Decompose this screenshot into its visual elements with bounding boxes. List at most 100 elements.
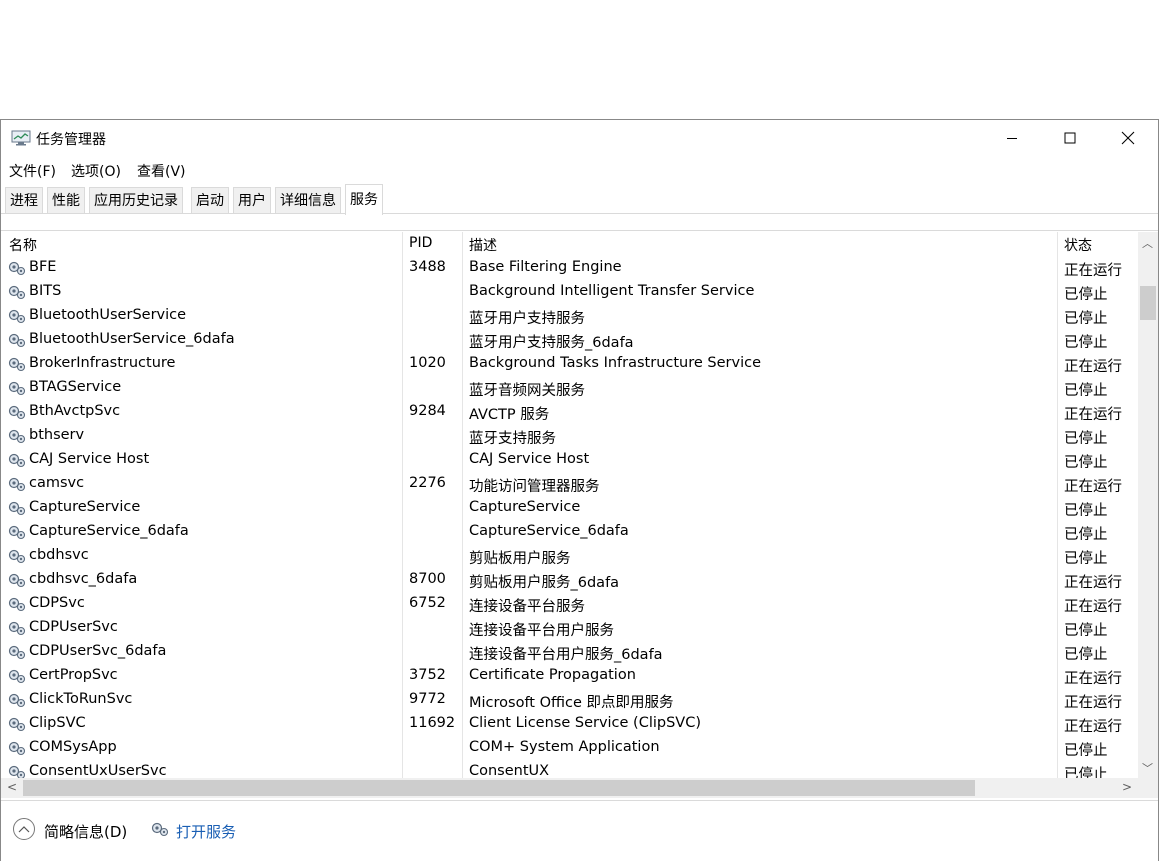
service-name: camsvc: [29, 475, 85, 491]
service-name: BluetoothUserService_6dafa: [29, 331, 235, 347]
service-name: BITS: [29, 283, 62, 299]
footer-bar: 简略信息(D) 打开服务: [1, 800, 1158, 861]
column-header-pid[interactable]: PID: [409, 235, 432, 251]
menu-file[interactable]: 文件(F): [9, 161, 56, 181]
service-description: 功能访问管理器服务: [469, 479, 600, 495]
service-name: ClickToRunSvc: [29, 691, 133, 707]
service-name: COMSysApp: [29, 739, 117, 755]
service-name: CaptureService_6dafa: [29, 523, 189, 539]
service-description: AVCTP 服务: [469, 407, 550, 423]
scroll-right-icon[interactable]: >: [1122, 780, 1132, 794]
table-row[interactable]: CDPUserSvc 连接设备平台用户服务 已停止: [1, 616, 1138, 640]
service-status: 已停止: [1064, 767, 1108, 778]
window-title: 任务管理器: [36, 132, 106, 148]
task-manager-window: 任务管理器 文件(F) 选项(O) 查看(V) 进程 性能 应用历史记录 启动 …: [0, 119, 1159, 861]
tab-users[interactable]: 用户: [233, 187, 271, 213]
service-gear-icon: [7, 644, 27, 660]
services-table: ^ 名称 PID 描述 状态 BFE 3488 Base Filtering Eng…: [1, 232, 1138, 778]
service-gear-icon: [7, 284, 27, 300]
horizontal-scrollbar[interactable]: < >: [1, 778, 1158, 798]
service-pid: 11692: [409, 715, 456, 731]
table-row[interactable]: ConsentUxUserSvc ConsentUX 已停止: [1, 760, 1138, 778]
title-bar[interactable]: 任务管理器: [1, 120, 1158, 156]
service-status: 已停止: [1064, 623, 1108, 639]
minimize-button[interactable]: [983, 120, 1041, 156]
scroll-down-icon[interactable]: ﹀: [1142, 760, 1153, 776]
service-status: 已停止: [1064, 335, 1108, 351]
tab-processes[interactable]: 进程: [5, 187, 43, 213]
service-gear-icon: [7, 500, 27, 516]
service-gear-icon: [7, 332, 27, 348]
service-status: 正在运行: [1064, 671, 1122, 687]
table-row[interactable]: BrokerInfrastructure 1020 Background Tasks…: [1, 352, 1138, 376]
table-row[interactable]: CaptureService_6dafa CaptureService_6dafa…: [1, 520, 1138, 544]
tab-bar: 进程 性能 应用历史记录 启动 用户 详细信息 服务: [1, 184, 1158, 215]
service-status: 已停止: [1064, 383, 1108, 399]
fewer-details-button[interactable]: 简略信息(D): [44, 821, 127, 842]
service-status: 已停止: [1064, 527, 1108, 543]
table-row[interactable]: BluetoothUserService 蓝牙用户支持服务 已停止: [1, 304, 1138, 328]
service-gear-icon: [7, 764, 27, 778]
open-services-link[interactable]: 打开服务: [176, 821, 236, 842]
service-gear-icon: [7, 692, 27, 708]
table-row[interactable]: ClickToRunSvc 9772 Microsoft Office 即点即用服务…: [1, 688, 1138, 712]
vertical-scrollbar[interactable]: ︿ ﹀: [1138, 232, 1158, 778]
service-description: ConsentUX: [469, 763, 550, 778]
table-row[interactable]: BFE 3488 Base Filtering Engine 正在运行: [1, 256, 1138, 280]
service-name: cbdhsvc: [29, 547, 89, 563]
service-gear-icon: [7, 452, 27, 468]
service-name: CaptureService: [29, 499, 141, 515]
table-row[interactable]: BthAvctpSvc 9284 AVCTP 服务 正在运行: [1, 400, 1138, 424]
menu-view[interactable]: 查看(V): [137, 161, 186, 181]
service-gear-icon: [7, 260, 27, 276]
table-row[interactable]: COMSysApp COM+ System Application 已停止: [1, 736, 1138, 760]
table-row[interactable]: CDPUserSvc_6dafa 连接设备平台用户服务_6dafa 已停止: [1, 640, 1138, 664]
close-button[interactable]: [1099, 120, 1157, 156]
menu-options[interactable]: 选项(O): [71, 161, 121, 181]
table-row[interactable]: ClipSVC 11692 Client License Service (Clip…: [1, 712, 1138, 736]
table-row[interactable]: BTAGService 蓝牙音频网关服务 已停止: [1, 376, 1138, 400]
tab-performance[interactable]: 性能: [47, 187, 85, 213]
service-name: bthserv: [29, 427, 85, 443]
service-gear-icon: [7, 380, 27, 396]
horizontal-scroll-thumb[interactable]: [23, 780, 975, 796]
table-row[interactable]: camsvc 2276 功能访问管理器服务 正在运行: [1, 472, 1138, 496]
service-name: BthAvctpSvc: [29, 403, 121, 419]
scroll-up-icon[interactable]: ︿: [1142, 235, 1153, 251]
table-row[interactable]: CaptureService CaptureService 已停止: [1, 496, 1138, 520]
table-row[interactable]: CAJ Service Host CAJ Service Host 已停止: [1, 448, 1138, 472]
chevron-up-icon[interactable]: [13, 818, 35, 840]
tab-startup[interactable]: 启动: [191, 187, 229, 213]
service-description: Client License Service (ClipSVC): [469, 715, 702, 731]
table-row[interactable]: bthserv 蓝牙支持服务 已停止: [1, 424, 1138, 448]
column-header-status[interactable]: 状态: [1064, 235, 1092, 255]
table-row[interactable]: cbdhsvc 剪贴板用户服务 已停止: [1, 544, 1138, 568]
service-gear-icon: [7, 356, 27, 372]
service-pid: 3752: [409, 667, 446, 683]
tab-services[interactable]: 服务: [345, 184, 383, 215]
tab-app-history[interactable]: 应用历史记录: [89, 187, 183, 213]
table-row[interactable]: cbdhsvc_6dafa 8700 剪贴板用户服务_6dafa 正在运行: [1, 568, 1138, 592]
table-row[interactable]: CDPSvc 6752 连接设备平台服务 正在运行: [1, 592, 1138, 616]
vertical-scroll-thumb[interactable]: [1140, 286, 1156, 320]
service-name: CDPUserSvc: [29, 619, 118, 635]
service-name: BrokerInfrastructure: [29, 355, 176, 371]
table-row[interactable]: CertPropSvc 3752 Certificate Propagation 正在…: [1, 664, 1138, 688]
scroll-left-icon[interactable]: <: [7, 780, 17, 794]
task-manager-icon: [11, 130, 31, 146]
sort-ascending-icon: ^: [197, 232, 206, 239]
column-header-name[interactable]: 名称: [9, 235, 37, 255]
table-row[interactable]: BITS Background Intelligent Transfer Serv…: [1, 280, 1138, 304]
service-gear-icon: [7, 740, 27, 756]
service-status: 已停止: [1064, 311, 1108, 327]
service-gear-icon: [7, 572, 27, 588]
service-status: 已停止: [1064, 743, 1108, 759]
column-header-description[interactable]: 描述: [469, 235, 497, 255]
service-status: 正在运行: [1064, 695, 1122, 711]
service-status: 正在运行: [1064, 359, 1122, 375]
tab-details[interactable]: 详细信息: [275, 187, 341, 213]
table-row[interactable]: BluetoothUserService_6dafa 蓝牙用户支持服务_6dafa…: [1, 328, 1138, 352]
service-gear-icon: [7, 596, 27, 612]
service-pid: 1020: [409, 355, 446, 371]
maximize-button[interactable]: [1041, 120, 1099, 156]
